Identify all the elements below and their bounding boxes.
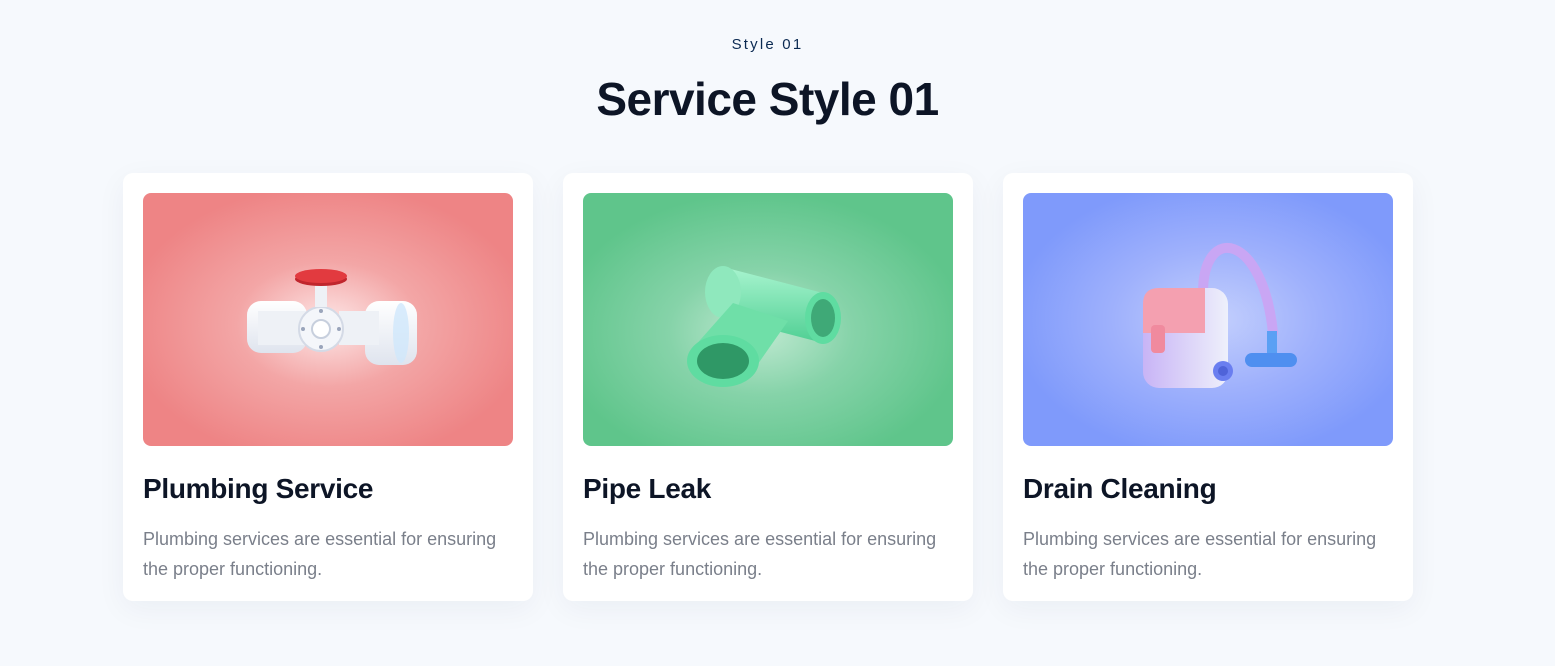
- tee-pipe-icon: [583, 193, 953, 446]
- service-card-title[interactable]: Pipe Leak: [583, 473, 963, 505]
- service-card-description: Plumbing services are essential for ensu…: [583, 529, 937, 579]
- service-card-image: [583, 193, 953, 446]
- service-card-drain-cleaning[interactable]: Drain Cleaning Plumbing services are ess…: [1003, 173, 1413, 601]
- service-card-plumbing[interactable]: Plumbing Service Plumbing services are e…: [123, 173, 533, 601]
- valve-icon: [143, 193, 513, 446]
- section-eyebrow: Style 01: [731, 36, 804, 53]
- services-section: Style 01 Service Style 01 Plumbing Servi…: [0, 0, 1555, 666]
- service-card-image: [1023, 193, 1393, 446]
- service-card-title[interactable]: Plumbing Service: [143, 473, 523, 505]
- service-card-description: Plumbing services are essential for ensu…: [1023, 529, 1377, 579]
- section-heading: Service Style 01: [596, 73, 939, 125]
- service-card-description: Plumbing services are essential for ensu…: [143, 529, 497, 579]
- service-card-pipe-leak[interactable]: Pipe Leak Plumbing services are essentia…: [563, 173, 973, 601]
- service-card-title[interactable]: Drain Cleaning: [1023, 473, 1403, 505]
- vacuum-cleaner-icon: [1023, 193, 1393, 446]
- service-card-image: [143, 193, 513, 446]
